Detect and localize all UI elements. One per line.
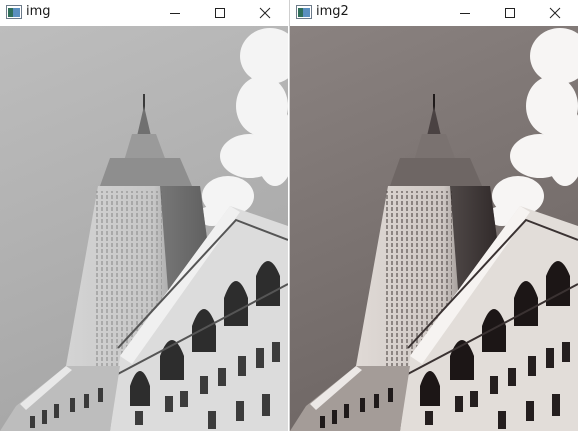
app-icon xyxy=(6,5,22,19)
window-title: img2 xyxy=(316,4,349,19)
close-icon xyxy=(549,7,561,19)
maximize-icon xyxy=(215,8,225,18)
close-button[interactable] xyxy=(242,0,288,26)
app-icon xyxy=(296,5,312,19)
image-canvas xyxy=(0,26,288,431)
minimize-button[interactable] xyxy=(442,0,488,26)
minimize-button[interactable] xyxy=(152,0,198,26)
skyscraper-photo xyxy=(290,26,578,431)
close-button[interactable] xyxy=(532,0,578,26)
skyscraper-photo xyxy=(0,26,288,431)
close-icon xyxy=(259,7,271,19)
window-img: img xyxy=(0,0,288,431)
title-bar[interactable]: img2 xyxy=(290,0,578,26)
title-bar[interactable]: img xyxy=(0,0,288,26)
maximize-button[interactable] xyxy=(487,0,533,26)
window-title: img xyxy=(26,4,51,19)
image-canvas xyxy=(290,26,578,431)
minimize-icon xyxy=(460,13,470,14)
minimize-icon xyxy=(170,13,180,14)
maximize-icon xyxy=(505,8,515,18)
window-img2: img2 xyxy=(289,0,578,431)
maximize-button[interactable] xyxy=(197,0,243,26)
